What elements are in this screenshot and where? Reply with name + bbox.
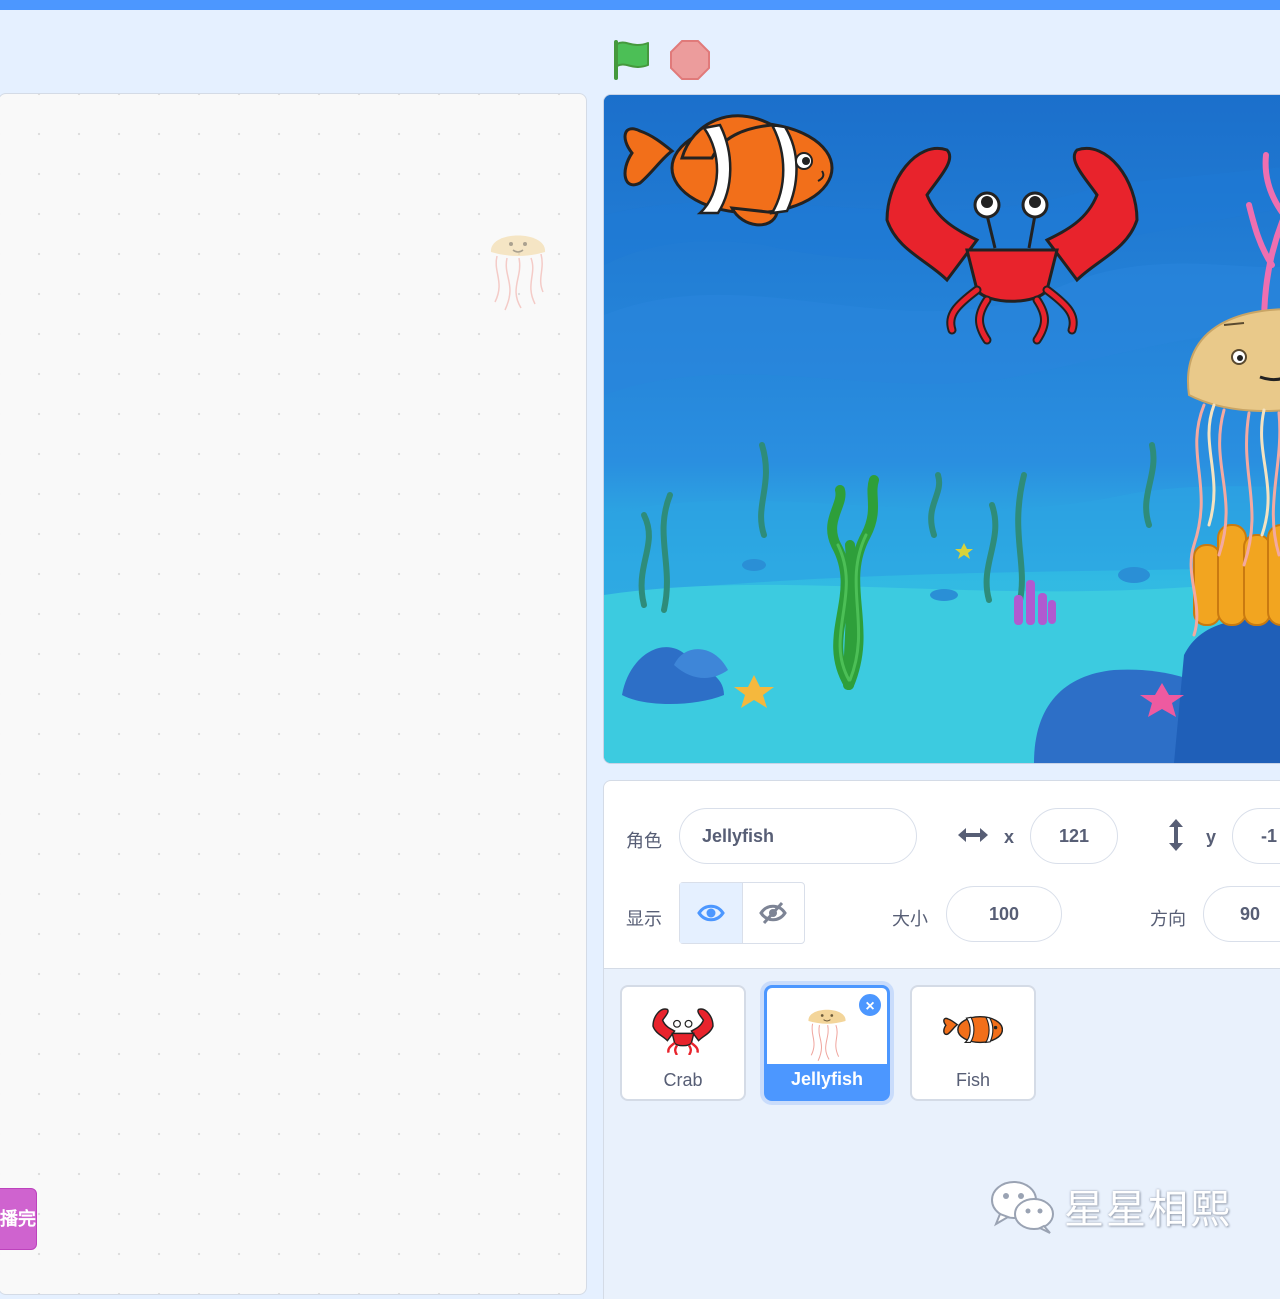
x-position-icon (956, 823, 990, 852)
watermark: 星星相熙 (990, 1180, 1232, 1234)
workspace-sprite-jellyfish-icon (490, 235, 546, 311)
underwater-backdrop (604, 95, 1280, 763)
sprite-info-panel: 角色 Jellyfish x 121 y -1 显示 大小 100 方向 90 (603, 780, 1280, 970)
sprite-tile-label: Crab (663, 1070, 703, 1090)
green-flag-icon (614, 40, 649, 80)
eye-slash-icon (759, 901, 788, 925)
show-label: 显示 (626, 909, 662, 929)
x-label: x (1004, 827, 1015, 847)
stage-controls (0, 10, 1280, 94)
x-position-input[interactable]: 121 (1030, 808, 1118, 864)
show-sprite-button[interactable] (680, 883, 743, 943)
eye-icon (696, 904, 725, 922)
y-position-input[interactable]: -1 (1232, 808, 1280, 864)
menu-bar (0, 0, 1280, 10)
watermark-text: 星星相熙 (1064, 1187, 1232, 1233)
clownfish-icon (943, 1016, 1003, 1044)
sprite-tile-jellyfish[interactable]: × Jellyfish (764, 985, 890, 1101)
wechat-icon (991, 1181, 1054, 1234)
sound-block[interactable]: 播完 (0, 1188, 37, 1250)
stop-icon (670, 40, 710, 80)
sprite-tile-label: Jellyfish (767, 1064, 887, 1098)
sprite-name-label: 角色 (626, 831, 662, 851)
sprite-name-input[interactable]: Jellyfish (679, 808, 917, 864)
direction-label: 方向 (1150, 909, 1186, 929)
direction-input[interactable]: 90 (1203, 886, 1280, 942)
sprite-tile-fish[interactable]: Fish (910, 985, 1036, 1101)
y-label: y (1206, 827, 1217, 847)
green-flag-button[interactable] (608, 36, 654, 82)
jellyfish-icon (808, 1009, 846, 1062)
size-label: 大小 (892, 909, 928, 929)
sound-block-label: 播完 (0, 1209, 36, 1229)
hide-sprite-button[interactable] (743, 883, 805, 943)
code-workspace[interactable]: 播完 (0, 93, 587, 1295)
sprite-list-panel: Crab × Jellyfish Fish (603, 968, 1280, 1299)
sprite-tile-crab[interactable]: Crab (620, 985, 746, 1101)
crab-icon (652, 1008, 714, 1055)
stop-button[interactable] (668, 38, 712, 82)
y-position-icon (1164, 817, 1188, 858)
stage[interactable] (603, 94, 1280, 764)
visibility-toggle (679, 882, 805, 944)
delete-sprite-button[interactable]: × (857, 992, 883, 1018)
sprite-tile-label: Fish (955, 1070, 990, 1090)
size-input[interactable]: 100 (946, 886, 1062, 942)
